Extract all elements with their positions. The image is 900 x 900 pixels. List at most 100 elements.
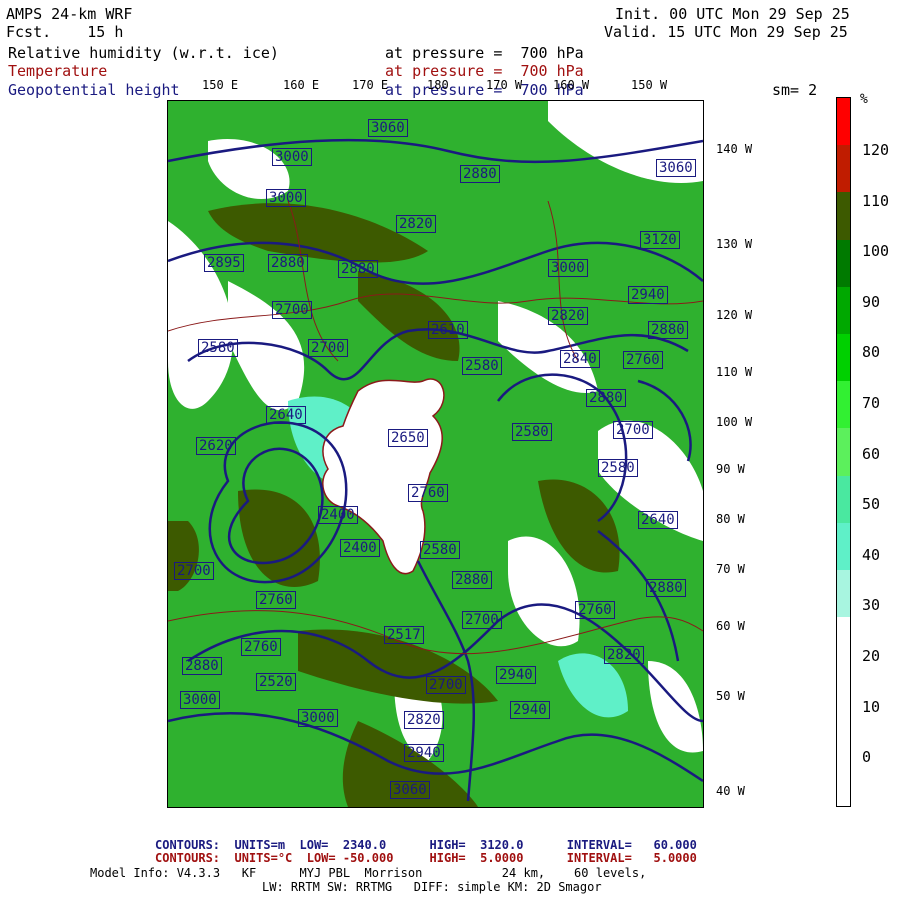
model-title: AMPS 24-km WRF — [6, 5, 133, 23]
contours-height-info: CONTOURS: UNITS=m LOW= 2340.0 HIGH= 3120… — [155, 838, 697, 852]
height-label: 2880 — [338, 260, 378, 278]
field-height-name: Geopotential height — [8, 81, 180, 99]
colorbar-segment — [837, 381, 850, 429]
height-label: 3000 — [298, 709, 338, 727]
init-time: Init. 00 UTC Mon 29 Sep 25 — [615, 5, 850, 23]
height-label: 2610 — [428, 321, 468, 339]
height-label: 2880 — [268, 254, 308, 272]
lon-label: 160 E — [283, 78, 320, 92]
height-label: 3060 — [368, 119, 408, 137]
height-label: 2940 — [496, 666, 536, 684]
colorbar-tick-label: 100 — [862, 242, 890, 261]
height-label: 2880 — [646, 579, 686, 597]
lon-label: 180 — [427, 78, 449, 92]
height-label: 2580 — [512, 423, 552, 441]
height-label: 2840 — [560, 350, 600, 368]
height-label: 2880 — [648, 321, 688, 339]
forecast-hour: Fcst. 15 h — [6, 23, 124, 41]
height-label: 2700 — [426, 676, 466, 694]
field-rh-level: at pressure = 700 hPa — [385, 44, 584, 62]
height-label: 2400 — [318, 506, 358, 524]
colorbar-tick-label: 50 — [862, 495, 881, 514]
model-info: Model Info: V4.3.3 KF MYJ PBL Morrison 2… — [90, 866, 647, 880]
colorbar-segment — [837, 475, 850, 524]
lon-label: 170 E — [352, 78, 389, 92]
colorbar-tick-label: 10 — [862, 697, 881, 716]
colorbar-segment — [837, 145, 850, 193]
colorbar-tick-label: 90 — [862, 292, 881, 311]
height-label: 3120 — [640, 231, 680, 249]
colorbar-segment — [837, 192, 850, 241]
field-temp-level: at pressure = 700 hPa — [385, 62, 584, 80]
height-label: 2820 — [404, 711, 444, 729]
height-label: 2700 — [174, 562, 214, 580]
height-label: 2760 — [241, 638, 281, 656]
height-label: 2820 — [548, 307, 588, 325]
lat-label: 70 W — [716, 562, 745, 576]
colorbar-segment — [837, 570, 850, 618]
height-label: 2700 — [613, 421, 653, 439]
height-label: 3000 — [266, 189, 306, 207]
lat-label: 90 W — [716, 462, 745, 476]
colorbar-segment — [837, 98, 850, 146]
field-rh-name: Relative humidity (w.r.t. ice) — [8, 44, 279, 62]
colorbar-tick-label: 60 — [862, 444, 881, 463]
colorbar-segment — [837, 711, 850, 760]
lon-label: 170 W — [486, 78, 523, 92]
lat-label: 50 W — [716, 689, 745, 703]
lat-label: 110 W — [716, 365, 753, 379]
height-label: 2940 — [404, 744, 444, 762]
lon-label: 150 E — [202, 78, 239, 92]
colorbar-tick-label: 70 — [862, 394, 881, 412]
height-label: 2700 — [308, 339, 348, 357]
lat-label: 100 W — [716, 415, 753, 429]
height-label: 2895 — [204, 254, 244, 272]
colorbar-segment — [837, 617, 850, 665]
lat-label: 130 W — [716, 237, 753, 251]
height-label: 2580 — [198, 339, 238, 357]
height-label: 2580 — [598, 459, 638, 477]
height-label: 2880 — [182, 657, 222, 675]
height-label: 3000 — [548, 259, 588, 277]
lat-label: 120 W — [716, 308, 753, 322]
height-label: 2580 — [462, 357, 502, 375]
height-label: 2940 — [510, 701, 550, 719]
height-label: 2640 — [638, 511, 678, 529]
height-label: 2640 — [266, 406, 306, 424]
height-label: 2820 — [396, 215, 436, 233]
colorbar-segment — [837, 334, 850, 382]
height-label: 2650 — [388, 429, 428, 447]
height-label: 2620 — [196, 437, 236, 455]
lon-label: 150 W — [631, 78, 668, 92]
colorbar-tick-label: 30 — [862, 596, 881, 615]
map-canvas — [168, 101, 703, 807]
lat-label: 60 W — [716, 619, 745, 633]
lat-label: 140 W — [716, 142, 753, 156]
colorbar-unit: % — [860, 92, 868, 107]
field-temp-name: Temperature — [8, 62, 108, 80]
colorbar-segment — [837, 758, 850, 807]
lat-label: 40 W — [716, 784, 745, 798]
height-label: 3060 — [656, 159, 696, 177]
colorbar-tick-label: 120 — [862, 141, 890, 159]
height-label: 2880 — [586, 389, 626, 407]
height-label: 2880 — [452, 571, 492, 589]
height-label: 2760 — [623, 351, 663, 369]
colorbar-tick-label: 0 — [862, 748, 872, 767]
colorbar-tick-label: 40 — [862, 545, 881, 564]
model-info-physics: LW: RRTM SW: RRTMG DIFF: simple KM: 2D S… — [262, 880, 602, 894]
lat-label: 80 W — [716, 512, 745, 526]
height-label: 2940 — [628, 286, 668, 304]
contours-temp-info: CONTOURS: UNITS=°C LOW= -50.000 HIGH= 5.… — [155, 851, 697, 865]
lon-label: 160 W — [553, 78, 590, 92]
colorbar-segment — [837, 428, 850, 477]
colorbar-tick-label: 110 — [862, 191, 890, 210]
colorbar-tick-label: 80 — [862, 343, 881, 362]
rh-colorbar — [836, 97, 851, 807]
height-label: 2760 — [575, 601, 615, 619]
height-label: 2520 — [256, 673, 296, 691]
smoothing-label: sm= 2 — [772, 81, 818, 99]
height-label: 2820 — [604, 646, 644, 664]
height-label: 3060 — [390, 781, 430, 799]
colorbar-segment — [837, 286, 850, 335]
